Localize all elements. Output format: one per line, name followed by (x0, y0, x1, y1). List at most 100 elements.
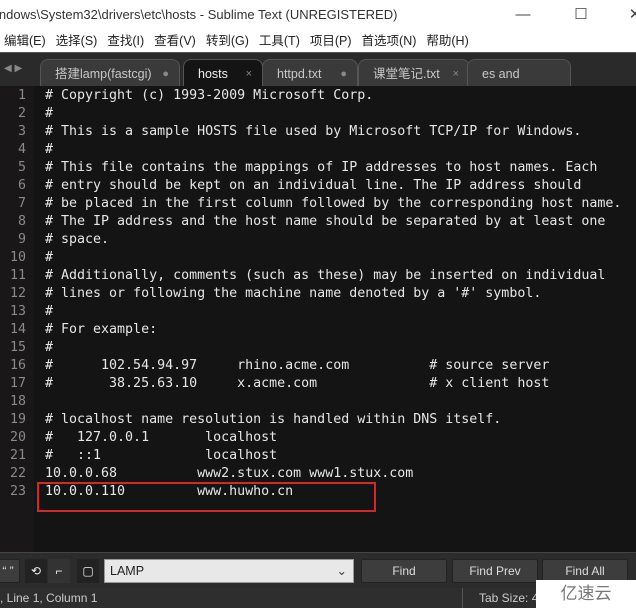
line-number: 6 (17, 178, 26, 193)
close-tab-icon[interactable]: × (453, 60, 459, 88)
code-line: 11 # Additionally, comments (such as thes… (0, 267, 636, 285)
code-line: 2 # (0, 105, 636, 123)
code-line: 4 # (0, 141, 636, 159)
line-number: 19 (9, 412, 26, 427)
line-text: # This file contains the mappings of IP … (45, 160, 598, 175)
tab-bar: ◀ ▶ 搭建lamp(fastcgi) ● hosts × httpd.txt ● 课堂笔记… (0, 52, 636, 109)
tab[interactable]: 搭建lamp(fastcgi) ● (40, 59, 180, 87)
line-text: # 38.25.63.10 x.acme.com # x client host (45, 376, 550, 391)
code-line: 20 # 127.0.0.1 localhost (0, 429, 636, 447)
find-prev-button[interactable]: Find Prev (452, 559, 538, 583)
code-line: 15 # (0, 339, 636, 357)
line-number: 20 (9, 430, 26, 445)
code-line: 5 # This file contains the mappings of IP… (0, 159, 636, 177)
code-line: 21 # ::1 localhost (0, 447, 636, 465)
line-text: # space. (45, 232, 110, 247)
watermark-logo: 亿速云 (536, 580, 636, 608)
code-line: 9 # space. (0, 231, 636, 249)
code-line: 18 (0, 393, 636, 411)
line-number: 15 (9, 340, 26, 355)
close-button[interactable]: ✕ (612, 0, 636, 30)
find-button[interactable]: Find (361, 559, 447, 583)
line-number: 1 (17, 88, 26, 103)
code-line: 3 # This is a sample HOSTS file used by M… (0, 123, 636, 141)
line-number: 11 (9, 268, 26, 283)
line-text: # entry should be kept on an individual … (45, 178, 582, 193)
menu-item[interactable]: 首选项(N) (358, 34, 423, 48)
tab-label: hosts (198, 67, 228, 81)
line-number: 16 (9, 358, 26, 373)
line-number: 7 (17, 196, 26, 211)
line-text: # (45, 304, 54, 319)
line-number: 3 (17, 124, 26, 139)
line-text: # ::1 localhost (45, 448, 278, 463)
unsaved-dot-icon[interactable]: ● (162, 60, 169, 88)
quote-toggle[interactable]: “ ” (0, 559, 20, 583)
line-text: # Copyright (c) 1993-2009 Microsoft Corp… (45, 88, 374, 103)
chevron-down-icon[interactable]: ⌄ (337, 560, 347, 582)
minimize-button[interactable]: — (500, 0, 546, 30)
tab[interactable]: 课堂笔记.txt × (358, 59, 470, 87)
line-text: # (45, 340, 54, 355)
line-number: 9 (17, 232, 26, 247)
tab[interactable]: es and Security.txt● (467, 59, 571, 109)
line-text: # be placed in the first column followed… (45, 196, 622, 211)
line-text: # 102.54.94.97 rhino.acme.com # source s… (45, 358, 550, 373)
menu-item[interactable]: 查找(I) (103, 34, 150, 48)
menu-item[interactable]: 转到(G) (202, 34, 255, 48)
maximize-button[interactable]: ☐ (558, 0, 604, 30)
line-number: 4 (17, 142, 26, 157)
menu-item[interactable]: 帮助(H) (422, 34, 474, 48)
line-number: 12 (9, 286, 26, 301)
wrap-toggle-icon[interactable]: ⟲ (25, 559, 47, 583)
window-title: indows\System32\drivers\etc\hosts - Subl… (0, 7, 398, 22)
find-input[interactable]: LAMP ⌄ (104, 559, 354, 583)
line-number: 22 (9, 466, 26, 481)
tab-scroll-arrows-icon[interactable]: ◀ ▶ (4, 63, 22, 74)
menu-item[interactable]: 编辑(E) (0, 34, 52, 48)
menu-item[interactable]: 选择(S) (52, 34, 104, 48)
tab-label: 课堂笔记.txt (373, 67, 440, 81)
code-line: 10 # (0, 249, 636, 267)
line-number: 10 (9, 250, 26, 265)
code-line: 1 # Copyright (c) 1993-2009 Microsoft Cor… (0, 87, 636, 105)
code-line: 16 # 102.54.94.97 rhino.acme.com # source… (0, 357, 636, 375)
code-line: 17 # 38.25.63.10 x.acme.com # x client ho… (0, 375, 636, 393)
line-text: 10.0.0.68 www2.stux.com www1.stux.com (45, 466, 414, 481)
unsaved-dot-icon[interactable]: ● (340, 60, 347, 88)
line-number: 18 (9, 394, 26, 409)
tab[interactable]: httpd.txt ● (262, 59, 358, 87)
find-query: LAMP (110, 564, 145, 578)
line-text: # localhost name resolution is handled w… (45, 412, 502, 427)
in-selection-toggle-icon[interactable]: ⌐ (48, 559, 70, 583)
tab[interactable]: hosts × (183, 59, 263, 87)
menu-item[interactable]: 项目(P) (306, 34, 358, 48)
code-line: 22 10.0.0.68 www2.stux.com www1.stux.com (0, 465, 636, 483)
line-number: 2 (17, 106, 26, 121)
line-text: # Additionally, comments (such as these)… (45, 268, 606, 283)
code-line: 8 # The IP address and the host name shou… (0, 213, 636, 231)
tab-label: httpd.txt (277, 67, 322, 81)
editor[interactable]: 1 # Copyright (c) 1993-2009 Microsoft Cor… (0, 86, 636, 552)
line-number: 13 (9, 304, 26, 319)
code-line: 19 # localhost name resolution is handled… (0, 411, 636, 429)
menu-item[interactable]: 查看(V) (150, 34, 202, 48)
line-text: # The IP address and the host name shoul… (45, 214, 606, 229)
line-number: 17 (9, 376, 26, 391)
code-line: 13 # (0, 303, 636, 321)
close-tab-icon[interactable]: × (246, 60, 252, 88)
line-text: # (45, 106, 54, 121)
menu-item[interactable]: 工具(T) (255, 34, 306, 48)
line-text: # This is a sample HOSTS file used by Mi… (45, 124, 582, 139)
line-text: # For example: (45, 322, 158, 337)
tab-size[interactable]: Tab Size: 4 (462, 588, 538, 608)
line-number: 23 (9, 484, 26, 499)
highlight-matches-toggle-icon[interactable]: ▢ (77, 559, 99, 583)
cursor-position: , Line 1, Column 1 (0, 591, 98, 605)
code-line: 7 # be placed in the first column followe… (0, 195, 636, 213)
line-text: # lines or following the machine name de… (45, 286, 542, 301)
code-line: 12 # lines or following the machine name … (0, 285, 636, 303)
line-number: 5 (17, 160, 26, 175)
line-text: # 127.0.0.1 localhost (45, 430, 278, 445)
line-text: # (45, 142, 54, 157)
